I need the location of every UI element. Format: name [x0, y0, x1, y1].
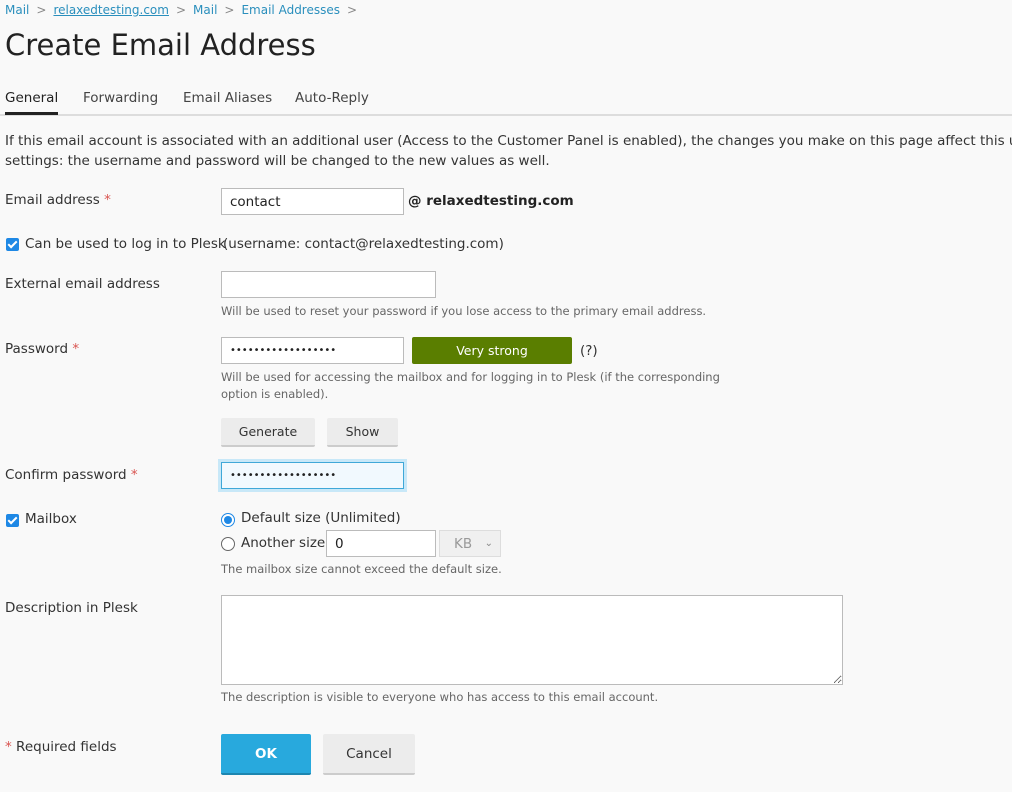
email-address-input[interactable]: [221, 188, 404, 215]
chevron-right-icon: >: [347, 3, 358, 17]
password-label-text: Password: [5, 341, 69, 357]
tab-email-aliases[interactable]: Email Aliases: [183, 90, 272, 112]
confirm-password-label-text: Confirm password: [5, 467, 127, 483]
tab-auto-reply[interactable]: Auto-Reply: [295, 90, 369, 112]
login-checkbox-label[interactable]: Can be used to log in to Plesk: [25, 236, 226, 252]
external-email-input[interactable]: [221, 271, 436, 298]
email-domain-suffix: @ relaxedtesting.com: [408, 193, 574, 209]
chevron-down-icon: ⌄: [484, 538, 493, 549]
required-fields-text: Required fields: [11, 739, 117, 755]
info-text: If this email account is associated with…: [5, 133, 1012, 169]
required-mark: *: [104, 192, 111, 208]
breadcrumb-email-addresses[interactable]: Email Addresses: [241, 3, 340, 17]
confirm-password-input[interactable]: [221, 462, 404, 489]
email-address-label: Email address *: [5, 192, 111, 208]
login-username-note: (username: contact@relaxedtesting.com): [223, 236, 504, 252]
mailbox-checkbox-label[interactable]: Mailbox: [25, 511, 77, 527]
password-label: Password *: [5, 341, 79, 357]
password-input[interactable]: [221, 337, 404, 364]
login-checkbox[interactable]: [6, 238, 19, 251]
required-fields-note: * Required fields: [5, 739, 117, 755]
tab-forwarding[interactable]: Forwarding: [83, 90, 158, 112]
another-size-radio[interactable]: [221, 537, 235, 551]
password-hint: Will be used for accessing the mailbox a…: [221, 370, 720, 401]
breadcrumb-domain[interactable]: relaxedtesting.com: [53, 3, 169, 17]
generate-password-button[interactable]: Generate: [221, 418, 315, 447]
mailbox-hint: The mailbox size cannot exceed the defau…: [221, 562, 502, 576]
another-size-label[interactable]: Another size: [241, 535, 325, 551]
description-hint: The description is visible to everyone w…: [221, 690, 659, 704]
default-size-label[interactable]: Default size (Unlimited): [241, 510, 401, 526]
mailbox-checkbox[interactable]: [6, 514, 19, 527]
tab-general[interactable]: General: [5, 90, 59, 115]
size-unit-value: KB: [454, 535, 473, 552]
password-help-link[interactable]: (?): [580, 343, 598, 359]
tab-bar: General Forwarding Email Aliases Auto-Re…: [0, 88, 1012, 116]
email-address-label-text: Email address: [5, 192, 100, 208]
cancel-button[interactable]: Cancel: [323, 734, 415, 775]
breadcrumb: Mail > relaxedtesting.com > Mail > Email Addre…: [5, 3, 364, 17]
chevron-right-icon: >: [224, 3, 235, 17]
another-size-input[interactable]: [326, 530, 436, 557]
size-unit-select[interactable]: KB ⌄: [439, 530, 501, 557]
description-label: Description in Plesk: [5, 600, 138, 616]
required-mark: *: [72, 341, 80, 357]
chevron-right-icon: >: [36, 3, 47, 17]
description-textarea[interactable]: [221, 595, 843, 685]
external-email-label: External email address: [5, 276, 160, 292]
show-password-button[interactable]: Show: [327, 418, 398, 447]
breadcrumb-mail-2[interactable]: Mail: [193, 3, 217, 17]
default-size-radio[interactable]: [221, 513, 235, 527]
chevron-right-icon: >: [175, 3, 187, 17]
confirm-password-label: Confirm password *: [5, 467, 138, 483]
required-mark: *: [130, 467, 138, 483]
page-title: Create Email Address: [5, 28, 316, 62]
external-email-hint: Will be used to reset your password if y…: [221, 304, 707, 318]
password-strength-indicator: Very strong: [412, 337, 572, 364]
ok-button[interactable]: OK: [221, 734, 311, 775]
required-mark: *: [5, 739, 12, 755]
breadcrumb-mail[interactable]: Mail: [5, 3, 29, 17]
